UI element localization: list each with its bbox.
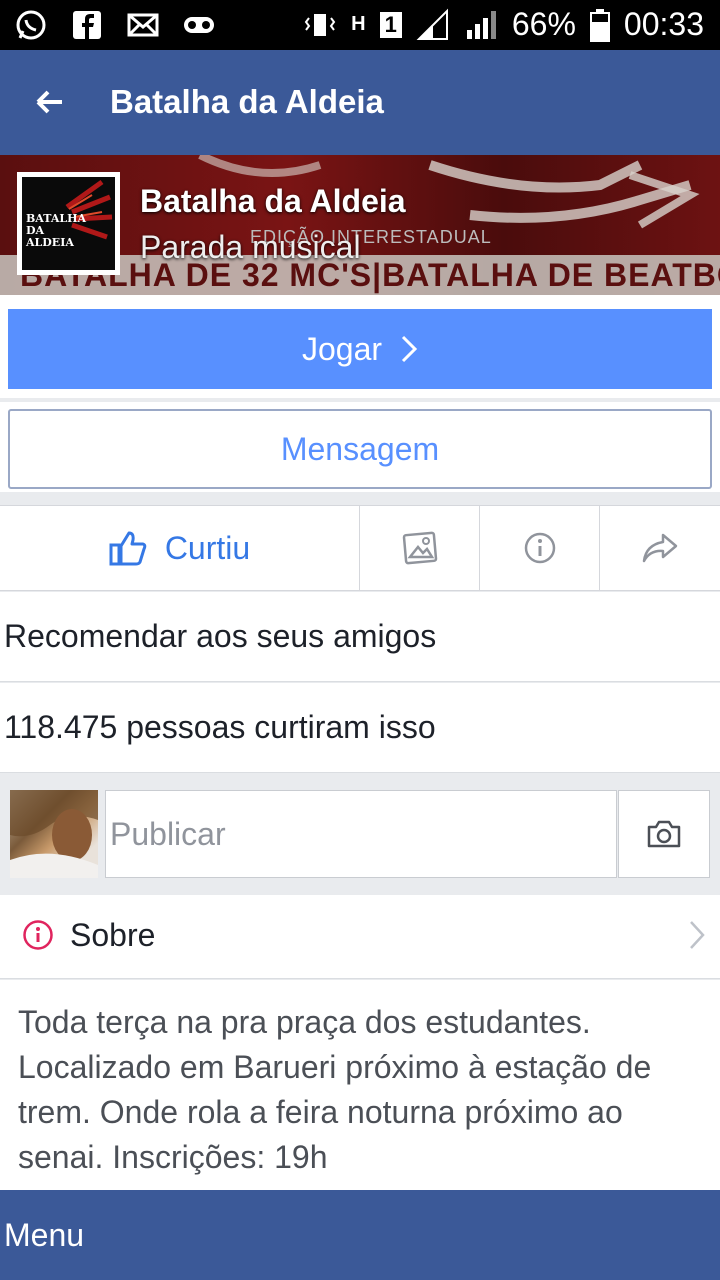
- like-button[interactable]: Curtiu: [0, 506, 360, 590]
- menu-label: Menu: [4, 1216, 85, 1253]
- camera-icon: [647, 820, 681, 848]
- user-avatar[interactable]: [10, 790, 98, 878]
- profile-logo-text: BATALHA DA ALDEIA: [26, 212, 87, 249]
- play-button[interactable]: Jogar: [8, 309, 712, 389]
- app-bar: Batalha da Aldeia: [0, 50, 720, 155]
- status-bar: H 1 66% 00:33: [0, 0, 720, 50]
- photo-icon: [402, 531, 437, 565]
- vibrate-icon: [304, 13, 336, 36]
- whatsapp-icon: [16, 10, 46, 40]
- about-description-text: Toda terça na pra praça dos estudantes. …: [18, 1004, 652, 1175]
- photos-button[interactable]: [360, 506, 480, 590]
- post-composer: Publicar: [0, 773, 720, 893]
- back-arrow-icon[interactable]: [34, 80, 74, 124]
- message-button[interactable]: Mensagem: [8, 409, 712, 489]
- facebook-icon: [73, 11, 101, 39]
- signal-icon-1: [416, 8, 448, 40]
- clock: 00:33: [623, 6, 704, 42]
- recommend-row[interactable]: Recomendar aos seus amigos: [0, 592, 720, 682]
- publish-input[interactable]: Publicar: [105, 790, 617, 878]
- likes-count-label: 118.475 pessoas curtiram isso: [4, 709, 436, 745]
- message-button-label: Mensagem: [280, 430, 440, 467]
- message-button-container: Mensagem: [0, 402, 720, 492]
- like-button-label: Curtiu: [164, 529, 251, 566]
- publish-placeholder: Publicar: [110, 815, 226, 852]
- cover-photo[interactable]: EDIÇÃO INTERESTADUAL BATALHA DE 32 MC'S|…: [0, 155, 720, 295]
- chevron-right-icon: [401, 335, 418, 363]
- page-name: Batalha da Aldeia: [140, 183, 406, 219]
- info-circle-icon: [23, 920, 53, 950]
- signal-icon-2: [466, 10, 496, 39]
- share-button[interactable]: [600, 506, 720, 590]
- chevron-right-icon: [690, 921, 705, 949]
- battery-percent: 66%: [511, 6, 576, 42]
- info-icon: [524, 532, 555, 564]
- thumbs-up-icon: [109, 531, 147, 566]
- system-icons: H 1 66% 00:33: [303, 6, 704, 43]
- likes-count-row[interactable]: 118.475 pessoas curtiram isso: [0, 683, 720, 773]
- sim-indicator: 1: [379, 11, 402, 38]
- share-arrow-icon: [642, 533, 678, 563]
- play-button-container: Jogar: [0, 295, 720, 398]
- camera-button[interactable]: [618, 790, 710, 878]
- battery-icon: [589, 8, 610, 42]
- about-row[interactable]: Sobre: [0, 895, 720, 979]
- avatar-photo: [10, 790, 98, 878]
- mail-icon: [127, 13, 159, 37]
- bottom-menu-bar[interactable]: Menu: [0, 1190, 720, 1280]
- profile-logo: BATALHA DA ALDEIA: [22, 177, 115, 270]
- network-type: H: [351, 13, 366, 35]
- play-button-label: Jogar: [301, 330, 383, 367]
- profile-picture[interactable]: BATALHA DA ALDEIA: [17, 172, 120, 275]
- recommend-label: Recomendar aos seus amigos: [4, 618, 437, 654]
- page-category: Parada musical: [140, 229, 361, 265]
- voicemail-icon: [184, 17, 214, 33]
- about-label: Sobre: [70, 917, 156, 953]
- info-button[interactable]: [480, 506, 600, 590]
- app-bar-title: Batalha da Aldeia: [110, 83, 384, 120]
- action-bar: Curtiu: [0, 505, 720, 591]
- cover-banner-text: BATALHA DE 32 MC'S|BATALHA DE BEATBOX: [20, 257, 720, 293]
- notification-icons: [14, 8, 216, 42]
- about-description: Toda terça na pra praça dos estudantes. …: [0, 980, 720, 1190]
